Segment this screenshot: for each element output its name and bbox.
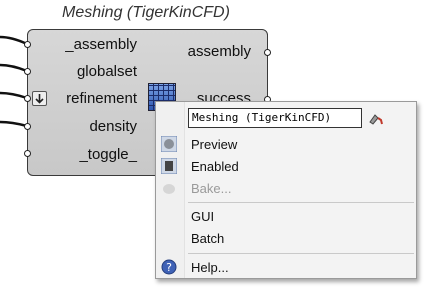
input-label-globalset: globalset: [76, 63, 137, 80]
input-label-toggle: _toggle_: [79, 146, 137, 163]
bake-icon: [161, 180, 177, 196]
menu-item-enabled[interactable]: Enabled: [191, 159, 239, 174]
input-label-assembly: _assembly: [65, 36, 137, 53]
menu-item-help[interactable]: Help...: [191, 260, 229, 275]
input-port-density[interactable]: [24, 123, 31, 130]
menu-separator: [188, 253, 414, 254]
flatten-arrow-icon[interactable]: [32, 91, 47, 106]
context-menu: Meshing (TigerKinCFD) Preview Enabled Ba…: [155, 101, 417, 279]
menu-item-preview[interactable]: Preview: [191, 137, 237, 152]
svg-text:?: ?: [166, 261, 172, 274]
enabled-switch-icon: [160, 157, 178, 175]
menu-item-gui[interactable]: GUI: [191, 209, 214, 224]
preview-sphere-icon: [160, 135, 178, 153]
input-port-refinement[interactable]: [24, 95, 31, 102]
input-port-assembly[interactable]: [24, 41, 31, 48]
output-port-assembly[interactable]: [264, 49, 271, 56]
output-label-assembly: assembly: [187, 43, 251, 60]
brush-icon[interactable]: [368, 112, 384, 126]
component-name-field[interactable]: Meshing (TigerKinCFD): [188, 108, 362, 128]
menu-separator: [188, 202, 414, 203]
input-port-toggle[interactable]: [24, 150, 31, 157]
input-label-refinement: refinement: [66, 90, 137, 107]
menu-item-bake: Bake...: [191, 181, 232, 196]
input-port-globalset[interactable]: [24, 68, 31, 75]
menu-item-batch[interactable]: Batch: [191, 231, 224, 246]
help-icon: ?: [161, 259, 177, 275]
input-label-density: density: [89, 118, 137, 135]
